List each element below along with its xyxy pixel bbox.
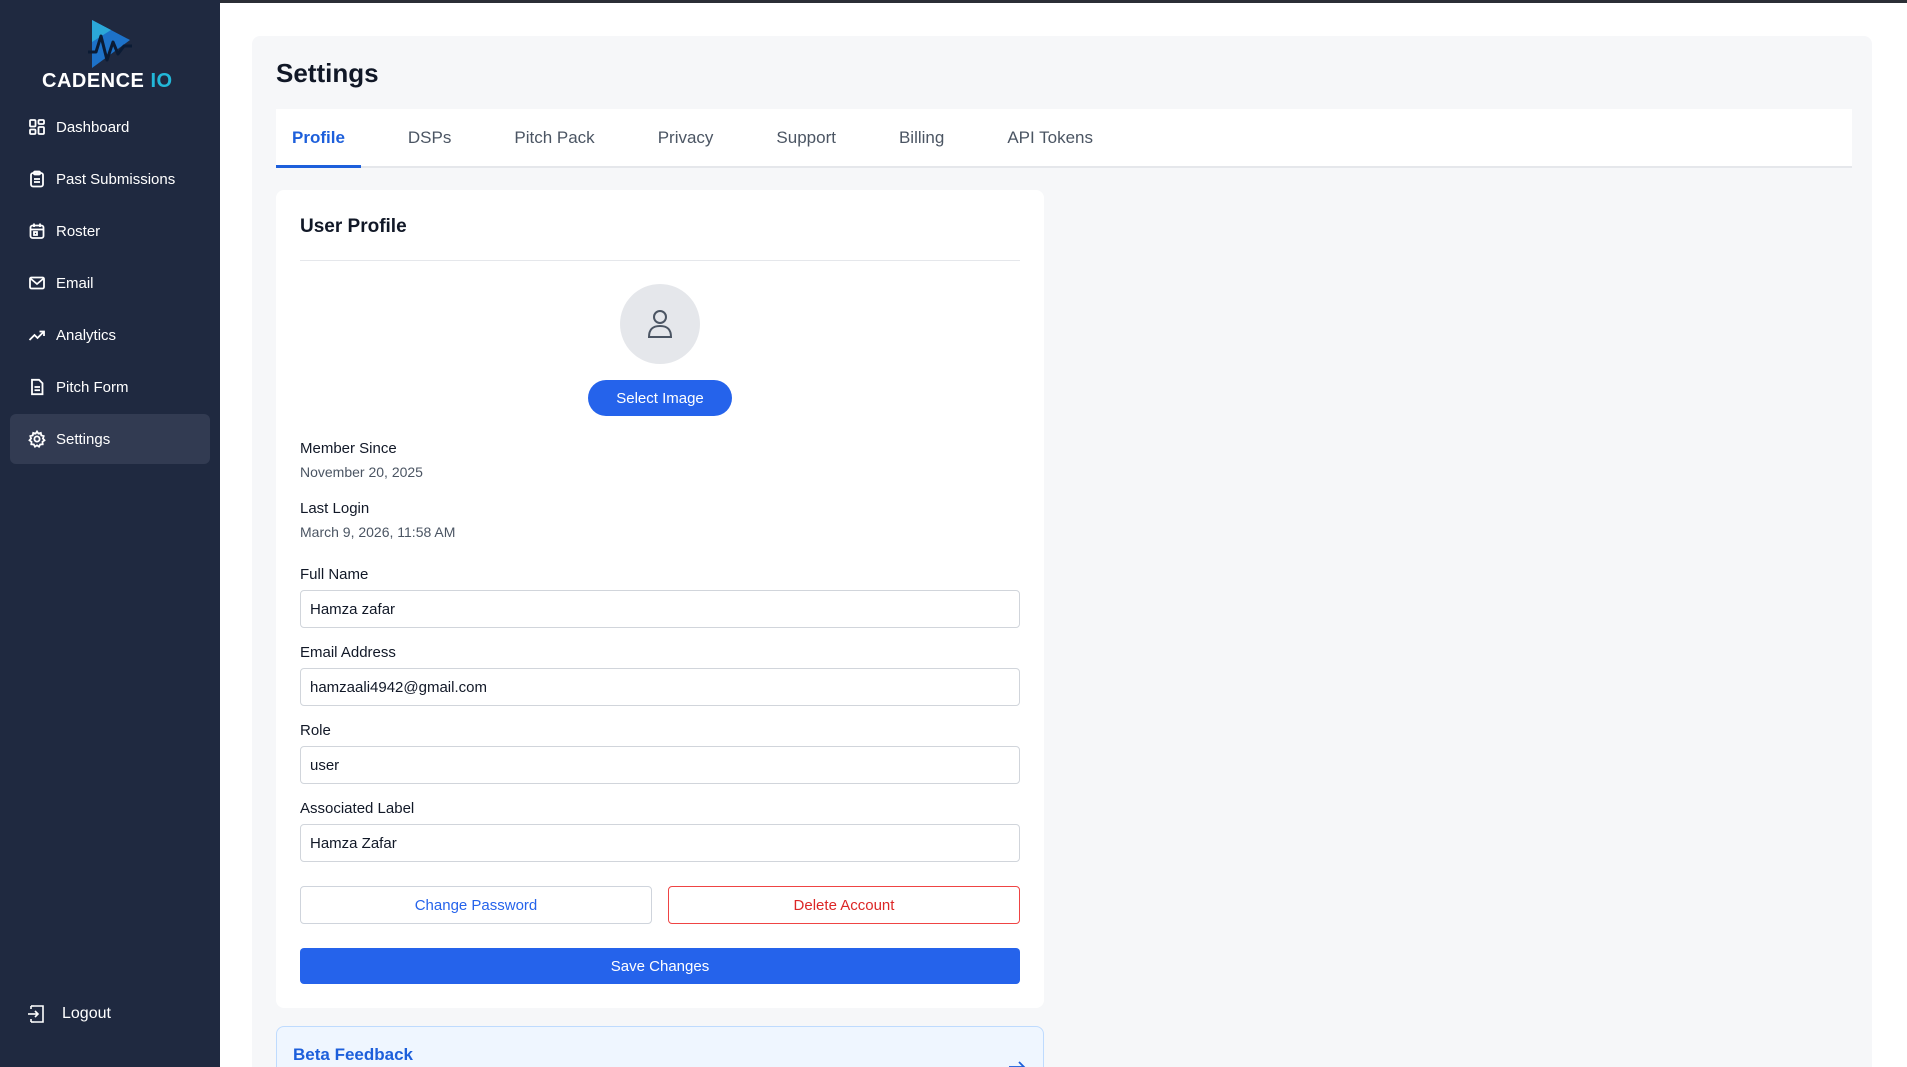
sidebar-item-settings[interactable]: Settings <box>10 414 210 464</box>
document-icon <box>31 378 44 396</box>
select-image-button[interactable]: Select Image <box>588 380 732 416</box>
member-since-value: November 20, 2025 <box>300 464 423 480</box>
tab-billing[interactable]: Billing <box>883 109 960 166</box>
role-field[interactable] <box>300 746 1020 784</box>
avatar <box>620 284 700 364</box>
trending-up-icon <box>28 330 45 341</box>
associated-label-label: Associated Label <box>300 800 415 817</box>
sidebar-item-analytics[interactable]: Analytics <box>10 310 210 360</box>
mail-icon <box>29 276 45 290</box>
sidebar-item-label: Settings <box>56 430 111 448</box>
sidebar-item-email[interactable]: Email <box>10 258 210 308</box>
user-profile-card: User Profile Select Image Member Since N… <box>276 190 1044 1008</box>
settings-tabs: Profile DSPs Pitch Pack Privacy Support … <box>276 109 1852 168</box>
member-since-label: Member Since <box>300 440 397 457</box>
user-icon <box>647 310 673 338</box>
dashboard-icon <box>29 119 45 135</box>
card-title: User Profile <box>300 216 407 237</box>
tab-pitch-pack[interactable]: Pitch Pack <box>498 109 610 166</box>
logout-label: Logout <box>62 1005 111 1022</box>
tab-support[interactable]: Support <box>760 109 852 166</box>
full-name-field[interactable] <box>300 590 1020 628</box>
settings-panel: Settings Profile DSPs Pitch Pack Privacy… <box>252 36 1872 1067</box>
sidebar-item-dashboard[interactable]: Dashboard <box>10 102 210 152</box>
sidebar-item-pitch-form[interactable]: Pitch Form <box>10 362 210 412</box>
beta-feedback-title: Beta Feedback <box>293 1045 413 1064</box>
tab-profile[interactable]: Profile <box>276 109 361 168</box>
last-login-value: March 9, 2026, 11:58 AM <box>300 524 456 540</box>
beta-feedback-card[interactable]: Beta Feedback <box>276 1026 1044 1067</box>
tab-api-tokens[interactable]: API Tokens <box>991 109 1109 166</box>
arrow-right-icon <box>1009 1061 1026 1067</box>
full-name-label: Full Name <box>300 566 369 583</box>
change-password-button[interactable]: Change Password <box>300 886 652 924</box>
sidebar-item-roster[interactable]: Roster <box>10 206 210 256</box>
calendar-icon <box>29 223 45 239</box>
brand-logo[interactable]: CADENCE IO <box>40 18 180 96</box>
clipboard-icon <box>30 170 44 188</box>
sidebar-item-label: Analytics <box>56 326 117 344</box>
main-content: Settings Profile DSPs Pitch Pack Privacy… <box>220 3 1907 1067</box>
delete-account-button[interactable]: Delete Account <box>668 886 1020 924</box>
sidebar-nav: Dashboard Past Submissions Roster Email <box>10 102 210 466</box>
logout-icon <box>28 1005 44 1023</box>
sidebar-item-past-submissions[interactable]: Past Submissions <box>10 154 210 204</box>
save-changes-button[interactable]: Save Changes <box>300 948 1020 984</box>
role-label: Role <box>300 722 331 739</box>
sidebar-item-label: Past Submissions <box>56 170 176 188</box>
page-title: Settings <box>276 58 379 88</box>
brand-name: CADENCE IO <box>42 70 173 92</box>
logout-button[interactable]: Logout <box>26 1000 111 1028</box>
associated-label-field[interactable] <box>300 824 1020 862</box>
sidebar-item-label: Pitch Form <box>56 378 129 396</box>
gear-icon <box>28 430 46 448</box>
sidebar: CADENCE IO Dashboard Past Submissions Ro… <box>0 0 220 1067</box>
cadence-logo-icon <box>88 20 132 68</box>
tab-privacy[interactable]: Privacy <box>642 109 730 166</box>
sidebar-item-label: Dashboard <box>56 118 130 136</box>
email-label: Email Address <box>300 644 396 661</box>
divider <box>300 260 1020 261</box>
sidebar-item-label: Roster <box>56 222 101 240</box>
tab-dsps[interactable]: DSPs <box>392 109 467 166</box>
last-login-label: Last Login <box>300 500 370 517</box>
email-field[interactable] <box>300 668 1020 706</box>
sidebar-item-label: Email <box>56 274 94 292</box>
